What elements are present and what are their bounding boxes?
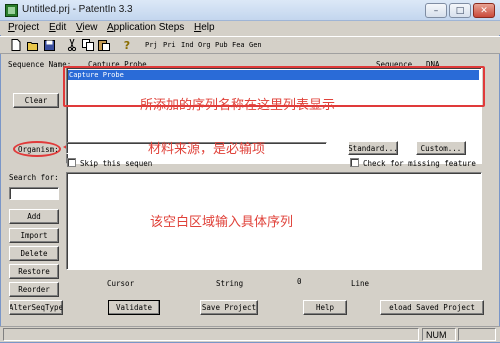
validate-button[interactable]: Validate — [108, 300, 160, 315]
maximize-button[interactable]: □ — [449, 3, 471, 18]
sequence-name-label: Sequence Name: — [8, 60, 72, 69]
reload-saved-project-button[interactable]: eload Saved Project — [380, 300, 484, 315]
alter-seq-type-button[interactable]: AlterSeqType — [9, 300, 63, 315]
reorder-button[interactable]: Reorder — [9, 282, 59, 297]
annotation-editor-note: 该空白区域输入具体序列 — [150, 215, 294, 230]
help-question-icon[interactable]: ? — [121, 39, 133, 52]
annotation-list-note: 所添加的序列名称在这里列表显示 — [140, 98, 336, 113]
skip-sequence-label: Skip this sequen — [80, 159, 153, 168]
menu-bar — [0, 21, 500, 35]
menu-project[interactable]: Project — [8, 22, 39, 33]
new-file-icon[interactable] — [10, 39, 22, 51]
menu-help[interactable]: Help — [194, 22, 215, 33]
save-project-button[interactable]: Save Project — [200, 300, 258, 315]
window-title: Untitled.prj - PatentIn 3.3 — [22, 4, 133, 15]
toolbar-ind[interactable]: Ind — [181, 41, 194, 49]
status-pane-extra — [458, 328, 496, 341]
toolbar-prj[interactable]: Prj — [145, 41, 158, 49]
menu-application-steps[interactable]: Application Steps — [107, 22, 184, 33]
toolbar-gen[interactable]: Gen — [249, 41, 262, 49]
clear-button[interactable]: Clear — [13, 93, 59, 108]
search-label: Search for: — [9, 173, 59, 182]
toolbar-pri[interactable]: Pri — [163, 41, 176, 49]
status-pane-main — [3, 328, 419, 341]
menu-view[interactable]: View — [76, 22, 98, 33]
toolbar-org[interactable]: Org — [198, 41, 211, 49]
close-button[interactable]: ✕ — [473, 3, 495, 18]
copy-icon[interactable] — [82, 39, 94, 51]
annotation-organism-note: 材料来源，是必输项 — [148, 142, 266, 157]
organism-label: Organism: — [18, 145, 59, 154]
line-label: Line — [351, 279, 370, 288]
check-missing-feature-checkbox[interactable] — [350, 158, 359, 167]
import-button[interactable]: Import — [9, 228, 59, 243]
custom-button[interactable]: Custom... — [416, 141, 466, 155]
delete-button[interactable]: Delete — [9, 246, 59, 261]
toolbar-fea[interactable]: Fea — [232, 41, 245, 49]
restore-button[interactable]: Restore — [9, 264, 59, 279]
search-input[interactable] — [9, 187, 59, 200]
skip-sequence-checkbox[interactable] — [67, 158, 76, 167]
cursor-label: Cursor — [107, 279, 135, 288]
string-value: 0 — [297, 277, 302, 286]
standard-button[interactable]: Standard... — [348, 141, 398, 155]
minimize-button[interactable]: – — [425, 3, 447, 18]
help-button[interactable]: Help — [303, 300, 347, 315]
string-label: String — [216, 279, 244, 288]
app-icon — [5, 4, 18, 17]
add-button[interactable]: Add — [9, 209, 59, 224]
cut-icon[interactable] — [66, 39, 78, 51]
toolbar-pub[interactable]: Pub — [215, 41, 228, 49]
open-folder-icon[interactable] — [27, 39, 39, 51]
paste-icon[interactable] — [98, 39, 110, 51]
menu-edit[interactable]: Edit — [49, 22, 66, 33]
save-disk-icon[interactable] — [43, 39, 55, 51]
check-missing-feature-label: Check for missing feature — [363, 159, 476, 168]
status-num: NUM — [422, 328, 456, 341]
